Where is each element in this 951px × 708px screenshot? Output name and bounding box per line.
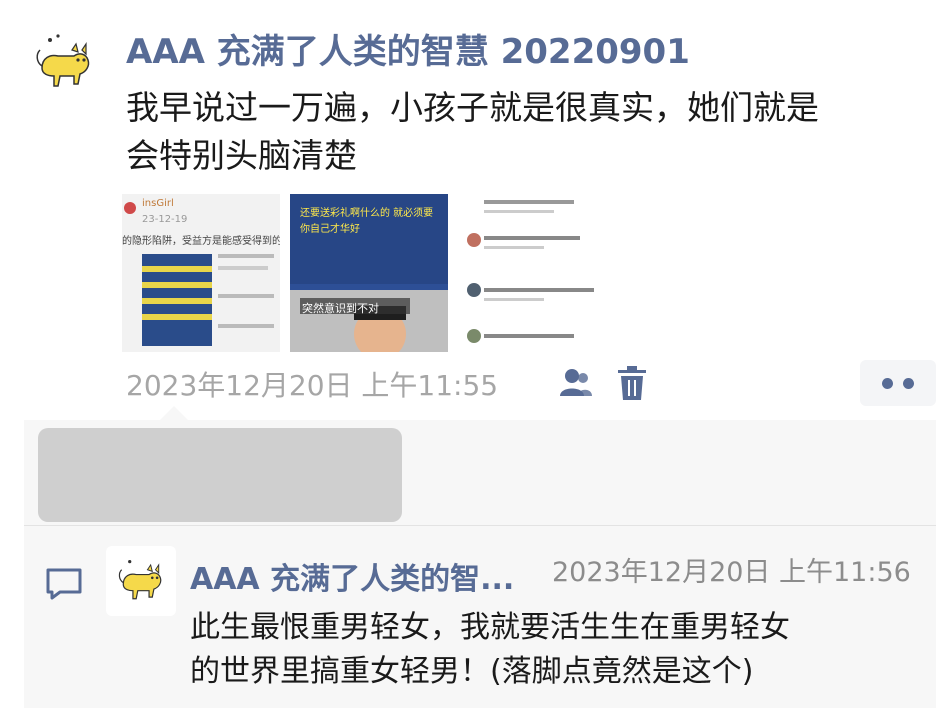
post-text-line: 我早说过一万遍，小孩子就是很真实，她们就是	[126, 88, 819, 127]
post-image-2[interactable]: 还要送彩礼啊什么的 就必须要你自己才华好 突然意识到不对	[290, 194, 448, 352]
comment-text-line: 的世界里搞重女轻男！(落脚点竟然是这个)	[190, 654, 754, 689]
comment-author-avatar[interactable]	[106, 546, 176, 616]
image-date: 23-12-19	[142, 214, 188, 225]
comment-icon	[46, 568, 82, 600]
more-button[interactable]	[860, 360, 936, 406]
comment-icon-wrap	[44, 564, 84, 604]
people-icon	[560, 369, 592, 396]
comment-area-pointer	[160, 406, 188, 420]
image-caption: insGirl	[142, 198, 174, 209]
trash-icon	[618, 366, 646, 400]
post-author-name[interactable]: AAA 充满了人类的智慧 20220901	[126, 24, 690, 73]
more-dots-icon	[903, 377, 914, 389]
more-dots-icon	[882, 377, 893, 389]
image-snippet: 的隐形陷阱，受益方是能感受得到的	[122, 236, 280, 247]
cat-icon	[118, 560, 162, 600]
privacy-button[interactable]	[556, 364, 596, 404]
post-image-1[interactable]: insGirl 23-12-19 的隐形陷阱，受益方是能感受得到的	[122, 194, 280, 352]
comment-time: 2023年12月20日 上午11:56	[552, 557, 911, 588]
image-content	[458, 194, 616, 352]
comment-author-name[interactable]: AAA 充满了人类的智...	[190, 554, 514, 598]
comment-text-line: 此生最恨重男轻女，我就要活生生在重男轻女	[190, 610, 790, 645]
likes-redacted	[38, 428, 402, 522]
comment-divider	[24, 525, 936, 526]
author-avatar[interactable]	[22, 22, 106, 106]
post-text: 我早说过一万遍，小孩子就是很真实，她们就是 会特别头脑清楚	[126, 84, 936, 180]
image-caption: 还要送彩礼啊什么的 就必须要你自己才华好	[300, 208, 434, 235]
comment-text[interactable]: 此生最恨重男轻女，我就要活生生在重男轻女 的世界里搞重女轻男！(落脚点竟然是这个…	[190, 606, 930, 694]
post-image-3[interactable]	[458, 194, 616, 352]
image-snippet: 突然意识到不对	[302, 302, 379, 315]
delete-button[interactable]	[614, 364, 650, 404]
post-text-line: 会特别头脑清楚	[126, 136, 357, 175]
post-timestamp: 2023年12月20日 上午11:55	[126, 369, 499, 402]
cat-icon	[36, 34, 90, 87]
